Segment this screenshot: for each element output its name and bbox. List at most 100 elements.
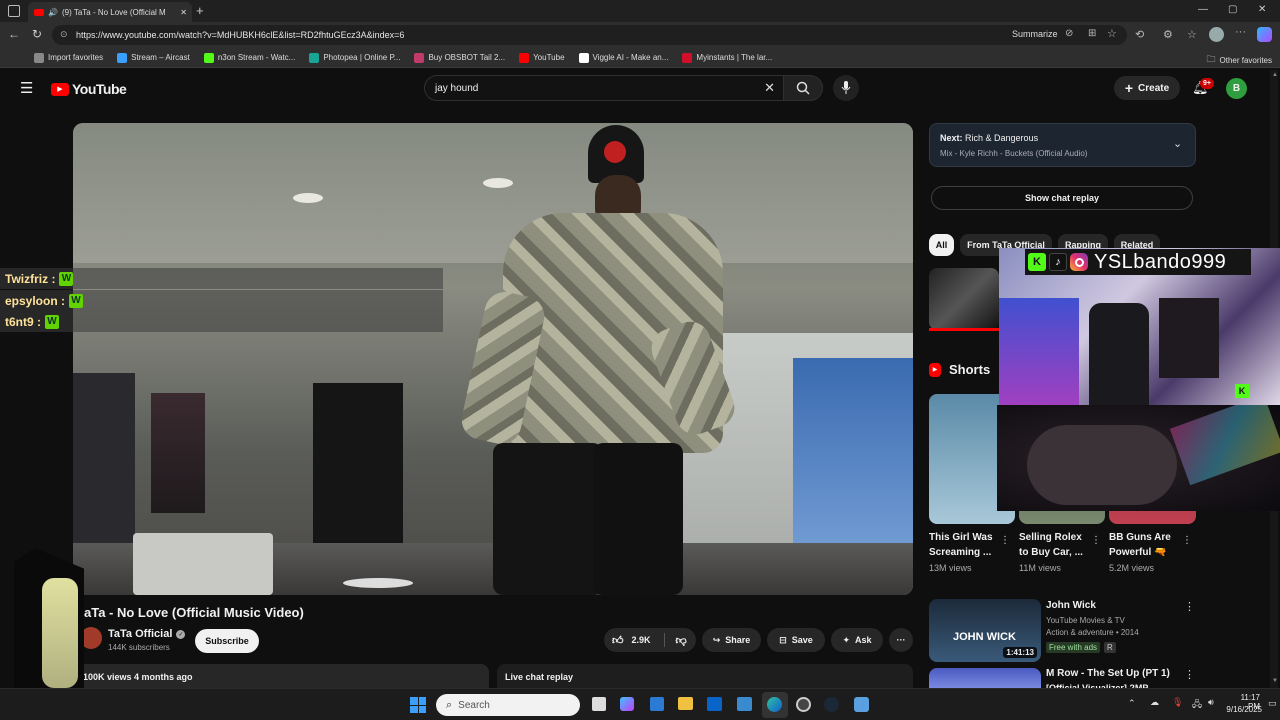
app-icon[interactable]: [854, 697, 869, 712]
windows-taskbar: ⌕ Search ⌃ ☁ 🎙︎ 🖧︎ 🔊︎ 11:17 PM 9/16/2025…: [0, 688, 1280, 720]
site-info-icon[interactable]: ⊙: [60, 29, 68, 40]
back-icon[interactable]: ←: [8, 27, 20, 41]
favorite-item[interactable]: Myinstants | The lar...: [682, 52, 772, 63]
copilot-taskbar-icon[interactable]: [620, 697, 634, 711]
obs-icon[interactable]: [796, 697, 811, 712]
tray-mic-icon[interactable]: 🎙︎: [1172, 697, 1183, 708]
maximize-button[interactable]: ▢: [1228, 4, 1237, 15]
youtube-favicon-icon: [34, 8, 44, 16]
search-input[interactable]: jay hound ✕: [424, 75, 784, 101]
create-button[interactable]: + Create: [1114, 76, 1180, 100]
ask-button[interactable]: ✦ Ask: [831, 628, 883, 652]
favorite-item[interactable]: Import favorites: [34, 52, 103, 63]
ceiling-light: [483, 178, 513, 188]
favorite-item[interactable]: n3on Stream - Watc...: [203, 52, 295, 63]
chip-all[interactable]: All: [929, 234, 954, 256]
browser-tab-bar: 🔊 (9) TaTa - No Love (Official M ✕ + — ▢…: [0, 0, 1280, 22]
volume-icon[interactable]: 🔊︎: [1208, 697, 1214, 708]
tab-actions-icon[interactable]: [8, 5, 20, 17]
video-title[interactable]: M Row - The Set Up (PT 1): [1046, 668, 1170, 679]
favorite-item[interactable]: Photopea | Online P...: [309, 52, 400, 63]
notification-center-icon[interactable]: ▭: [1268, 698, 1277, 709]
favorite-item[interactable]: YouTube: [519, 52, 565, 63]
tab-close-icon[interactable]: ✕: [180, 8, 187, 17]
video-title[interactable]: John Wick: [1046, 600, 1096, 611]
clock-date[interactable]: 9/16/2025: [1226, 705, 1262, 714]
subscribe-button[interactable]: Subscribe: [195, 629, 259, 653]
divider: [663, 633, 665, 647]
more-options-icon[interactable]: ⋮: [1182, 535, 1192, 546]
up-next-card[interactable]: Next: Rich & Dangerous Mix - Kyle Richh …: [929, 123, 1196, 167]
voice-search-button[interactable]: [833, 75, 859, 101]
favorite-item[interactable]: Viggle AI - Make an...: [578, 52, 668, 63]
channel-name[interactable]: TaTa Official ✓: [108, 628, 186, 640]
favorite-icon: [578, 52, 589, 63]
url-field[interactable]: ⊙ https://www.youtube.com/watch?v=MdHUBK…: [52, 25, 1127, 45]
show-chat-replay-button[interactable]: Show chat replay: [931, 186, 1193, 210]
subscriber-count: 144K subscribers: [108, 643, 170, 652]
outlook-icon[interactable]: [707, 697, 722, 711]
start-button[interactable]: [410, 697, 426, 713]
photos-icon[interactable]: [737, 697, 752, 711]
more-options-icon[interactable]: ⋮: [1000, 535, 1010, 546]
refresh-icon[interactable]: ↻: [32, 27, 42, 41]
favorite-icon: [519, 52, 530, 63]
reading-icon[interactable]: ⊘: [1065, 28, 1073, 39]
save-button[interactable]: ⊟ Save: [767, 628, 825, 652]
share-button[interactable]: ↪ Share: [702, 628, 761, 652]
kick-icon: K: [1028, 253, 1046, 271]
mix-thumbnail[interactable]: [929, 268, 999, 330]
minimize-button[interactable]: —: [1198, 4, 1208, 15]
tray-chevron-icon[interactable]: ⌃: [1128, 698, 1136, 709]
copilot-icon[interactable]: [1257, 27, 1272, 42]
handcam-overlay: [997, 405, 1280, 511]
more-menu-icon[interactable]: ···: [1235, 26, 1246, 38]
table-decor: [343, 578, 413, 588]
favorite-item[interactable]: Stream – Aircast: [117, 52, 190, 63]
other-favorites[interactable]: 🗀 Other favorites: [1207, 52, 1272, 68]
favorite-star-icon[interactable]: ☆: [1107, 27, 1117, 40]
scroll-down-icon[interactable]: ▼: [1272, 678, 1278, 686]
short-title[interactable]: This Girl Was Screaming ...: [929, 530, 999, 560]
dislike-button[interactable]: 👎︎: [676, 634, 687, 647]
performance-icon[interactable]: ⚙: [1163, 28, 1173, 41]
video-subtitle[interactable]: [Official Visualizer] ?MP...: [1046, 681, 1155, 688]
video-thumbnail[interactable]: JOHN WICK 1:41:13: [929, 599, 1041, 662]
summarize-button[interactable]: Summarize: [1012, 29, 1058, 39]
url-text: https://www.youtube.com/watch?v=MdHUBKH6…: [76, 30, 405, 40]
favorites-icon[interactable]: ☆: [1187, 28, 1197, 41]
hamburger-menu-icon[interactable]: ☰: [20, 79, 33, 97]
like-button[interactable]: 👍︎ 2.9K: [612, 634, 651, 647]
store-icon[interactable]: [650, 697, 664, 711]
scroll-up-icon[interactable]: ▲: [1272, 72, 1278, 80]
new-tab-button[interactable]: +: [196, 3, 204, 18]
video-thumbnail[interactable]: [929, 668, 1041, 688]
chevron-down-icon[interactable]: ⌄: [1173, 137, 1182, 150]
youtube-logo[interactable]: ▶ YouTube: [51, 81, 127, 97]
task-view-icon[interactable]: [592, 697, 606, 711]
more-options-icon[interactable]: ⋮: [1184, 668, 1195, 681]
favorite-item[interactable]: Buy OBSBOT Tail 2...: [414, 52, 505, 63]
video-player[interactable]: [73, 123, 913, 595]
clear-search-icon[interactable]: ✕: [764, 80, 775, 96]
extensions-icon[interactable]: ⟲: [1135, 28, 1144, 41]
account-avatar[interactable]: B: [1226, 78, 1247, 99]
short-title[interactable]: Selling Rolex to Buy Car, ...: [1019, 530, 1089, 560]
tray-app-icon[interactable]: ☁: [1150, 697, 1159, 708]
close-window-button[interactable]: ✕: [1258, 4, 1266, 15]
network-icon[interactable]: 🖧︎: [1192, 697, 1202, 713]
profile-avatar-icon[interactable]: [1209, 27, 1224, 42]
browser-tab[interactable]: 🔊 (9) TaTa - No Love (Official M ✕: [28, 2, 192, 22]
more-options-icon[interactable]: ⋮: [1091, 535, 1101, 546]
more-options-icon[interactable]: ⋮: [1184, 600, 1195, 613]
file-explorer-icon[interactable]: [678, 697, 693, 710]
edge-icon[interactable]: [767, 697, 782, 712]
apps-icon[interactable]: ⊞: [1088, 28, 1096, 39]
short-title[interactable]: BB Guns Are Powerful 🔫: [1109, 530, 1181, 560]
speaker-icon[interactable]: 🔊: [48, 8, 58, 17]
short-views: 11M views: [1019, 563, 1061, 573]
taskbar-search[interactable]: ⌕ Search: [436, 694, 580, 716]
more-actions-button[interactable]: ···: [889, 628, 913, 652]
search-button[interactable]: [783, 75, 823, 101]
steam-icon[interactable]: [824, 697, 839, 712]
